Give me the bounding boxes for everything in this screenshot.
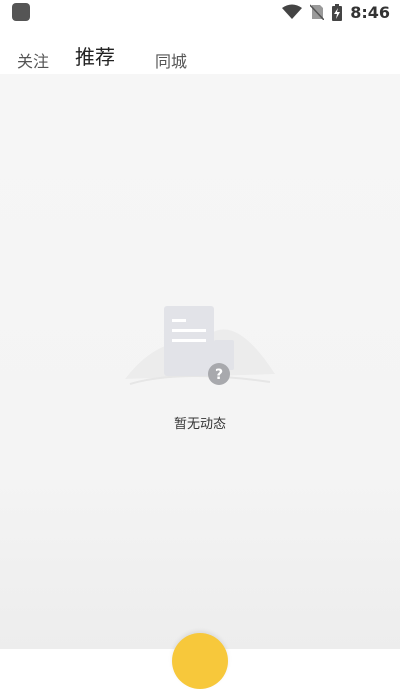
app-notification-icon: [12, 3, 30, 21]
status-time: 8:46: [350, 2, 390, 22]
tab-recommend[interactable]: 推荐: [75, 41, 115, 70]
no-content-question-icon: ?: [125, 306, 275, 385]
tab-follow[interactable]: 关注: [17, 48, 49, 72]
publish-button[interactable]: [172, 633, 228, 689]
feed-content: ? 暂无动态: [0, 74, 400, 689]
top-tab-bar: 关注 推荐 同城: [0, 24, 400, 74]
status-icons: 8:46: [282, 1, 390, 23]
status-bar: 8:46: [0, 0, 400, 24]
battery-charging-icon: [332, 3, 343, 21]
svg-text:?: ?: [215, 367, 223, 383]
wifi-icon: [282, 4, 303, 19]
empty-state-message: 暂无动态: [173, 417, 226, 432]
tab-local[interactable]: 同城: [155, 48, 187, 72]
no-sim-icon: [310, 4, 325, 20]
